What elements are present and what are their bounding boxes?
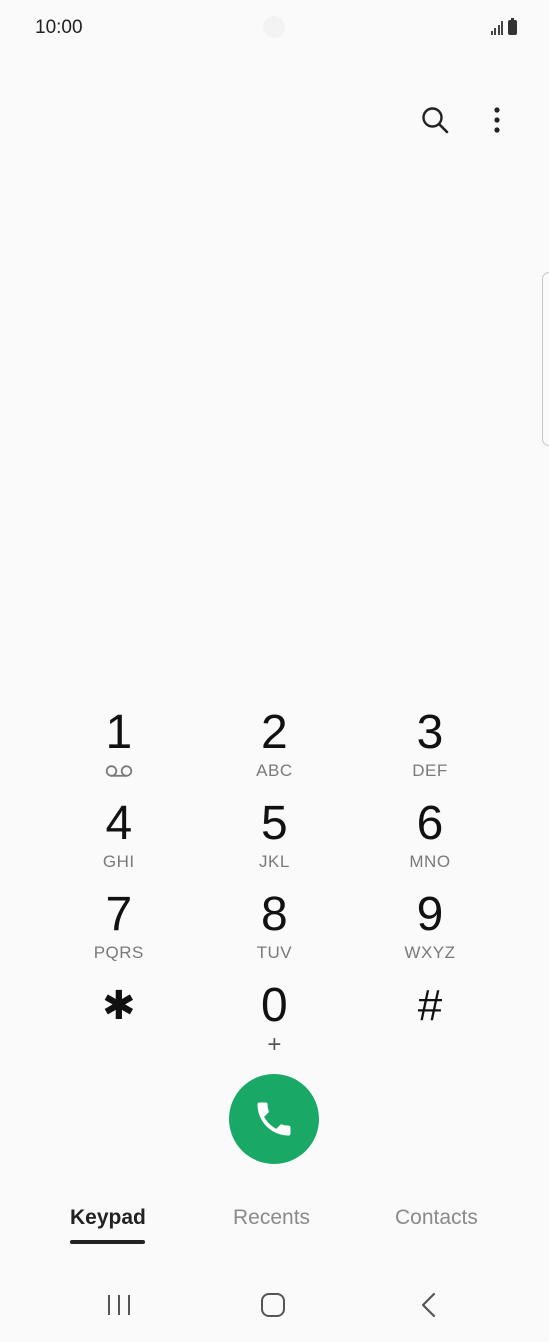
tab-keypad[interactable]: Keypad (70, 1206, 146, 1230)
key-letters: ABC (256, 761, 293, 780)
key-letters: DEF (412, 761, 448, 780)
key-letters: PQRS (93, 943, 144, 962)
keypad-row: 1 2 ABC 3 DEF (41, 705, 508, 796)
tab-recents[interactable]: Recents (233, 1206, 310, 1230)
key-7[interactable]: 7 PQRS (41, 887, 197, 978)
key-5[interactable]: 5 JKL (197, 796, 353, 887)
key-digit: 8 (261, 888, 288, 941)
key-letters: MNO (409, 852, 451, 871)
back-icon[interactable] (398, 1280, 458, 1330)
battery-icon (508, 18, 517, 35)
key-2[interactable]: 2 ABC (197, 705, 353, 796)
tab-contacts[interactable]: Contacts (395, 1206, 478, 1230)
key-9[interactable]: 9 WXYZ (352, 887, 508, 978)
key-0[interactable]: 0 + (197, 978, 353, 1069)
key-letters: JKL (258, 852, 290, 871)
key-digit: 0 (261, 979, 288, 1032)
toolbar-actions (419, 104, 513, 136)
edge-panel-handle[interactable] (542, 272, 549, 446)
home-icon[interactable] (243, 1280, 303, 1330)
key-digit: 5 (261, 797, 288, 850)
key-1[interactable]: 1 (41, 705, 197, 796)
active-tab-indicator (70, 1240, 145, 1244)
key-4[interactable]: 4 GHI (41, 796, 197, 887)
system-nav-bar (0, 1280, 549, 1330)
search-icon[interactable] (419, 104, 451, 136)
call-button[interactable] (229, 1074, 319, 1164)
key-digit: 2 (261, 706, 288, 759)
status-icons (490, 18, 517, 35)
key-digit: 4 (105, 797, 133, 850)
more-options-icon[interactable] (481, 104, 513, 136)
key-8[interactable]: 8 TUV (197, 887, 353, 978)
key-letters: TUV (256, 943, 293, 962)
keypad-row: 7 PQRS 8 TUV 9 WXYZ (41, 887, 508, 978)
key-digit: # (417, 981, 443, 1030)
voicemail-icon (105, 761, 133, 781)
key-3[interactable]: 3 DEF (352, 705, 508, 796)
phone-icon (257, 1102, 291, 1136)
key-letters: + (267, 1031, 282, 1058)
key-hash[interactable]: # (352, 978, 508, 1069)
key-digit: 3 (416, 706, 444, 759)
signal-icon (490, 20, 503, 35)
key-6[interactable]: 6 MNO (352, 796, 508, 887)
bottom-tabs: Keypad Recents Contacts (0, 1206, 549, 1252)
key-digit: 7 (105, 888, 133, 941)
status-bar: 10:00 (0, 0, 549, 58)
key-digit: 6 (416, 797, 444, 850)
dial-keypad: 1 2 ABC 3 DEF 4 GHI 5 JKL 6 MNO 7 PQRS 8… (41, 705, 508, 1069)
key-digit: 9 (416, 888, 444, 941)
recent-apps-icon[interactable] (89, 1280, 149, 1330)
key-letters: GHI (102, 852, 135, 871)
status-time: 10:00 (35, 17, 83, 38)
key-star[interactable]: ✱ (41, 978, 197, 1069)
keypad-row: 4 GHI 5 JKL 6 MNO (41, 796, 508, 887)
key-letters: WXYZ (404, 943, 456, 962)
key-digit: 1 (105, 706, 133, 759)
key-digit: ✱ (102, 984, 136, 1028)
camera-cutout (263, 16, 285, 38)
keypad-row: ✱ 0 + # (41, 978, 508, 1069)
